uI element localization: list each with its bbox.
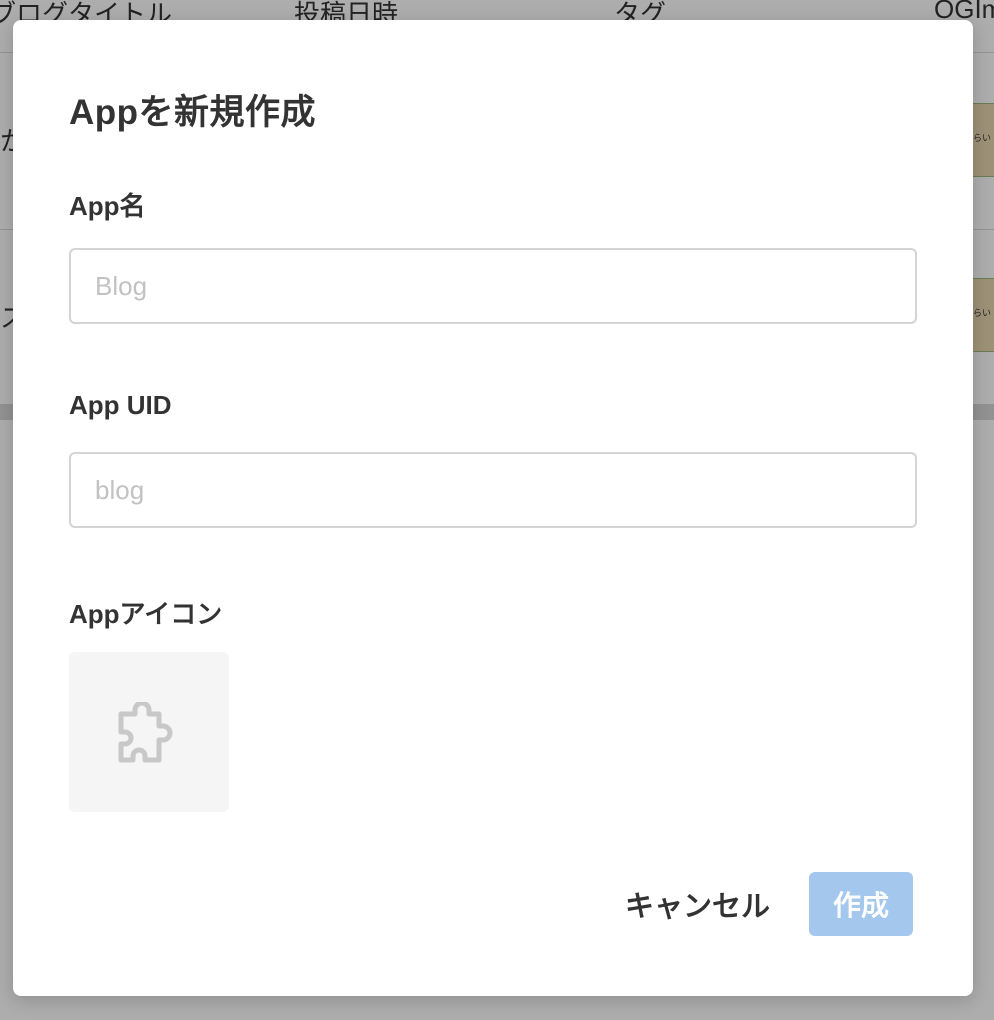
app-uid-label: App UID [69, 390, 172, 420]
app-icon-picker[interactable] [69, 652, 229, 812]
create-button[interactable]: 作成 [809, 872, 913, 936]
puzzle-icon [118, 702, 173, 763]
app-name-label: App名 [69, 191, 146, 221]
app-name-input[interactable] [69, 248, 917, 324]
modal-title: Appを新規作成 [69, 93, 317, 132]
create-app-modal: Appを新規作成 App名 App UID Appアイコン キャンセル 作成 [13, 20, 973, 996]
app-icon-label: Appアイコン [69, 599, 223, 629]
app-uid-input[interactable] [69, 452, 917, 528]
cancel-button[interactable]: キャンセル [613, 876, 782, 932]
